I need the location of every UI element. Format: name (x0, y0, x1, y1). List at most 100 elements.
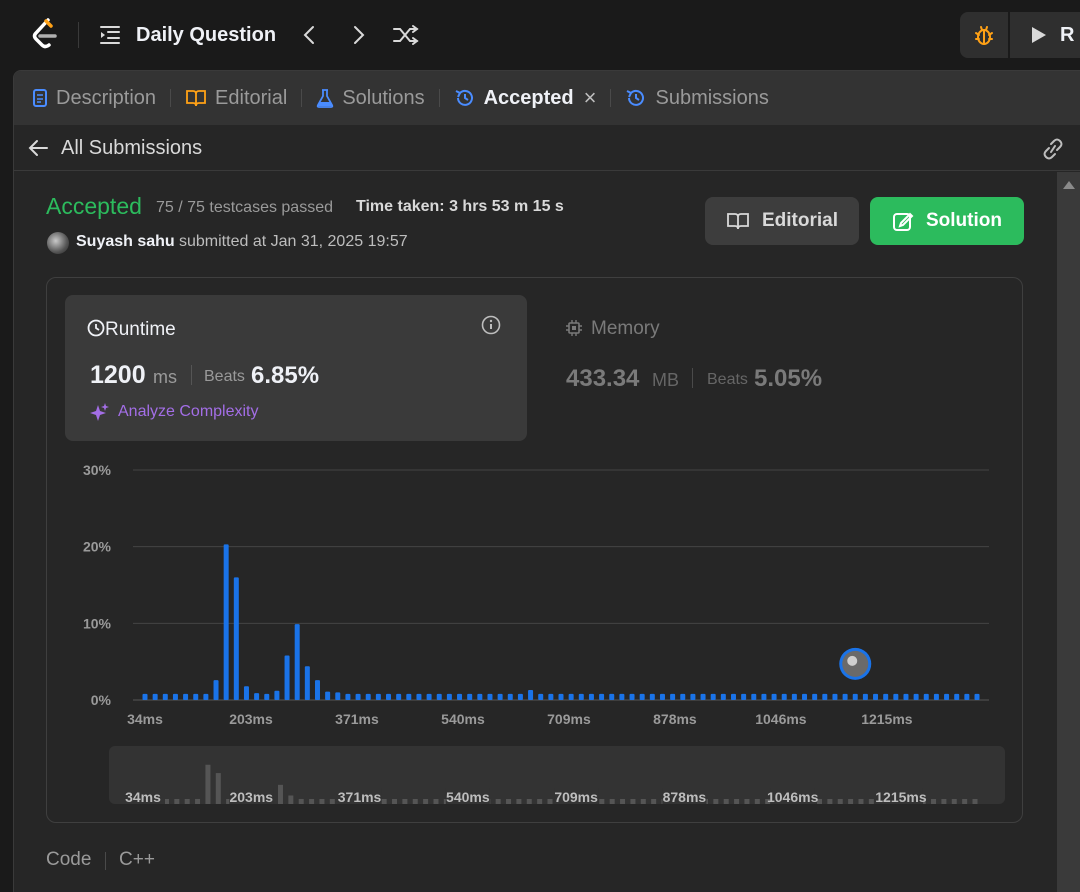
navigator-bar (848, 799, 854, 804)
histogram-bar (670, 693, 676, 700)
run-button[interactable]: R (1010, 12, 1080, 58)
tab-divider (170, 89, 172, 107)
navigator-bar (827, 799, 833, 804)
navigator-bar (620, 799, 626, 804)
x-tick-label: 203ms (229, 711, 273, 727)
navigator-bar (288, 795, 294, 804)
y-tick-label: 10% (83, 615, 112, 631)
memory-title[interactable]: Memory (591, 318, 660, 340)
all-submissions-link[interactable]: All Submissions (61, 137, 202, 160)
code-language: C++ (119, 849, 155, 870)
navigator-bar (754, 799, 760, 804)
solution-button-label: Solution (926, 210, 1002, 231)
play-icon (1032, 27, 1046, 43)
solution-button[interactable]: Solution (870, 197, 1024, 245)
chart-range-navigator[interactable]: 34ms 203ms 371ms 540ms 709ms 878ms 1046ms 1215m… (109, 746, 1005, 804)
navigator-bar (941, 799, 947, 804)
x-tick-label: 1046ms (755, 711, 807, 727)
x-tick-label: 878ms (653, 711, 697, 727)
chevron-left-icon[interactable] (298, 23, 320, 47)
panel-tabs: Description Editorial Solutions Accepted… (14, 71, 1080, 125)
shuffle-icon[interactable] (392, 23, 420, 47)
navigator-bar (329, 799, 335, 804)
y-tick-label: 0% (91, 692, 112, 708)
x-tick-label: 34ms (127, 711, 163, 727)
x-tick-label: 709ms (547, 711, 591, 727)
histogram-bar (243, 686, 249, 700)
histogram-bar (913, 693, 919, 700)
histogram-bar (487, 693, 493, 700)
info-icon[interactable] (481, 315, 501, 335)
run-label: R (1060, 23, 1075, 46)
histogram-bar (903, 693, 909, 700)
testcases-passed: 75 / 75 testcases passed (156, 199, 333, 216)
tab-accepted[interactable]: Accepted × (454, 71, 597, 125)
histogram-bar (193, 693, 199, 700)
x-tick-label: 1215ms (861, 711, 913, 727)
chip-icon (566, 320, 582, 336)
histogram-bar (599, 693, 605, 700)
topbar-divider (78, 22, 79, 48)
author-name[interactable]: Suyash sahu (76, 233, 175, 251)
navigator-bar (319, 799, 325, 804)
histogram-bar (578, 693, 584, 700)
tab-submissions[interactable]: Submissions (625, 71, 769, 125)
histogram-bar (862, 693, 868, 700)
histogram-bar (893, 693, 899, 700)
histogram-bar (609, 693, 615, 700)
navigator-bar (298, 798, 304, 804)
y-tick-label: 30% (83, 462, 112, 478)
close-icon[interactable]: × (584, 85, 597, 111)
navigator-tick-label: 878ms (663, 789, 707, 804)
histogram-bar (355, 693, 361, 700)
runtime-panel[interactable]: Runtime 1200 ms Beats 6.85% Analyze Comp… (65, 295, 527, 441)
histogram-bar (477, 693, 483, 700)
link-icon[interactable] (1040, 137, 1066, 161)
tab-description-label: Description (56, 86, 157, 109)
history-icon (455, 89, 473, 106)
chevron-right-icon[interactable] (348, 23, 370, 47)
histogram-bar (690, 693, 696, 700)
histogram-bar (436, 693, 442, 700)
debug-button[interactable] (960, 12, 1008, 58)
navigator-bar (402, 799, 408, 804)
navigator-tick-label: 540ms (446, 789, 490, 804)
arrow-left-icon[interactable] (26, 137, 50, 159)
navigator-bar (630, 799, 636, 804)
navigator-bar (516, 799, 522, 804)
histogram-bar (538, 693, 544, 700)
analyze-complexity-link[interactable]: Analyze Complexity (118, 403, 259, 421)
tab-editorial[interactable]: Editorial (185, 71, 287, 125)
histogram-bar (700, 693, 706, 700)
histogram-bar (852, 693, 858, 700)
histogram-bar (284, 655, 290, 700)
scroll-up-arrow-icon[interactable] (1063, 181, 1075, 189)
navigator-bar (723, 799, 729, 804)
navigator-tick-label: 203ms (229, 789, 273, 804)
editorial-button[interactable]: Editorial (705, 197, 859, 245)
tab-editorial-label: Editorial (215, 86, 288, 109)
navigator-bar (599, 799, 605, 804)
runtime-distribution-chart[interactable]: 0% 10% 20% 30% 34ms 203ms 371ms 540ms 709ms 878ms… (59, 448, 1019, 738)
navigator-tick-label: 709ms (554, 789, 598, 804)
avatar[interactable] (47, 232, 69, 254)
edit-icon (893, 212, 914, 231)
histogram-bar (659, 693, 665, 700)
submissions-header: All Submissions (14, 125, 1080, 171)
tab-solutions[interactable]: Solutions (316, 71, 425, 125)
histogram-bar (345, 693, 351, 700)
navigator-bar (609, 799, 615, 804)
histogram-bar (497, 693, 503, 700)
navigator-bar (713, 799, 719, 804)
problem-list-icon[interactable] (98, 24, 122, 46)
histogram-bar (944, 693, 950, 700)
scrollbar[interactable] (1057, 172, 1080, 892)
daily-question-link[interactable]: Daily Question (136, 24, 276, 47)
histogram-bar (649, 693, 655, 700)
histogram-bar (933, 693, 939, 700)
runtime-value: 1200 (90, 361, 146, 389)
leetcode-logo-icon[interactable] (28, 17, 62, 53)
x-tick-label: 540ms (441, 711, 485, 727)
histogram-bar (619, 693, 625, 700)
tab-description[interactable]: Description (32, 71, 156, 125)
